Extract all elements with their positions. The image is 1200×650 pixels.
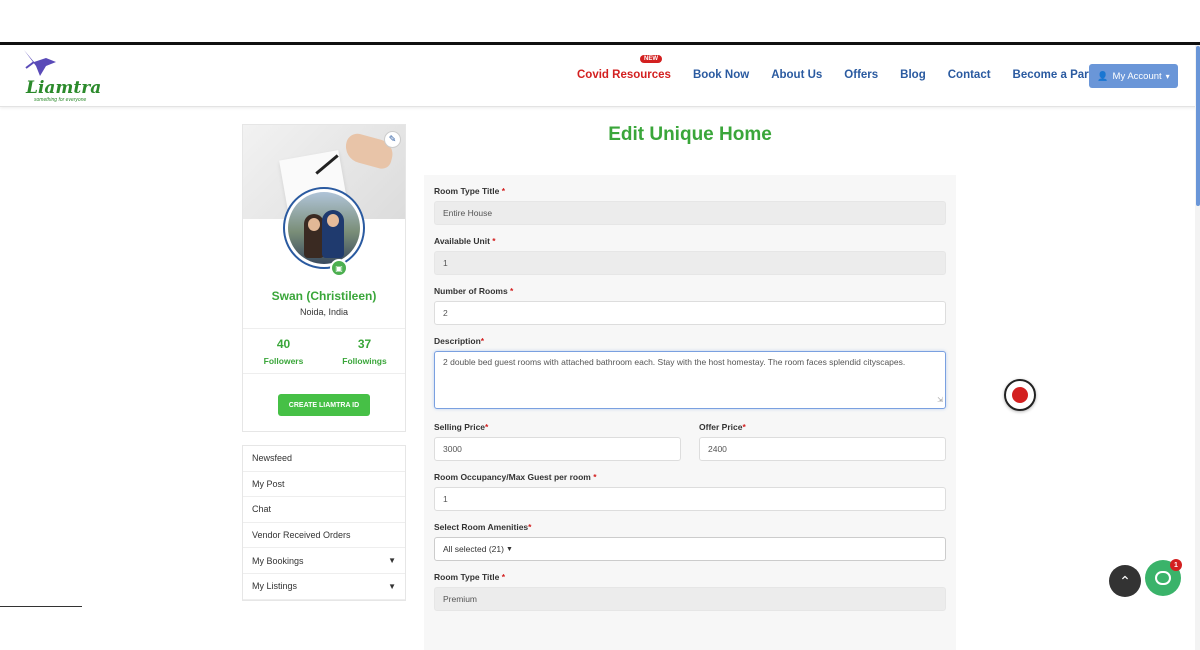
- resize-handle-icon[interactable]: ⇲: [937, 394, 943, 407]
- followings-count: 37: [357, 337, 372, 351]
- chat-notification-badge: 1: [1170, 559, 1182, 571]
- sidebar-item-my-post[interactable]: My Post: [243, 472, 405, 498]
- sidebar-item-vendor-orders[interactable]: Vendor Received Orders: [243, 523, 405, 549]
- profile-location: Noida, India: [299, 307, 349, 317]
- logo-text: Liamtra: [26, 78, 102, 98]
- my-account-button[interactable]: 👤 My Account ▾: [1089, 64, 1178, 88]
- nav-offers[interactable]: Offers: [844, 69, 878, 81]
- followings-stat[interactable]: 37 Followings: [324, 329, 405, 373]
- room-type-title-field[interactable]: Entire House: [434, 201, 946, 225]
- nav-contact[interactable]: Contact: [948, 69, 991, 81]
- followers-label: Followers: [263, 356, 304, 366]
- offer-price-field[interactable]: 2400: [699, 437, 946, 461]
- profile-name: Swan (Christileen): [271, 289, 377, 303]
- sidebar-item-label: Newsfeed: [252, 453, 293, 464]
- available-unit-field[interactable]: 1: [434, 251, 946, 275]
- my-account-label: My Account: [1112, 70, 1162, 82]
- followings-label: Followings: [342, 356, 387, 366]
- profile-stats: 40 Followers 37 Followings: [243, 328, 405, 374]
- hummingbird-icon: [24, 50, 56, 76]
- chevron-down-icon: ▾: [1165, 71, 1170, 81]
- divider: [0, 606, 82, 607]
- sidebar-item-label: My Post: [252, 478, 285, 489]
- sidebar-menu: Newsfeed My Post Chat Vendor Received Or…: [242, 445, 406, 601]
- sidebar-item-newsfeed[interactable]: Newsfeed: [243, 446, 405, 472]
- offer-price-label: Offer Price*: [699, 422, 746, 432]
- chevron-down-icon: ▼: [388, 556, 396, 566]
- avatar: [283, 187, 365, 269]
- room-type-title2-label: Room Type Title *: [434, 572, 506, 582]
- page-title: Edit Unique Home: [608, 124, 772, 145]
- chat-icon: [1155, 571, 1171, 585]
- description-textarea[interactable]: 2 double bed guest rooms with attached b…: [434, 351, 946, 409]
- room-type-title-label: Room Type Title *: [434, 186, 506, 196]
- sidebar-item-my-bookings[interactable]: My Bookings ▼: [243, 548, 405, 574]
- nav-covid-resources[interactable]: Covid Resources: [577, 69, 671, 81]
- sidebar-item-chat[interactable]: Chat: [243, 497, 405, 523]
- navbar: Liamtra something for everyone Covid Res…: [0, 45, 1200, 107]
- amenities-select[interactable]: All selected (21) ▼: [434, 537, 946, 561]
- edit-cover-icon[interactable]: ✎: [384, 131, 401, 148]
- scrollbar-thumb[interactable]: [1196, 46, 1200, 206]
- number-of-rooms-field[interactable]: 2: [434, 301, 946, 325]
- caret-down-icon: ▼: [505, 545, 513, 553]
- camera-icon[interactable]: ▣: [330, 259, 348, 277]
- followers-count: 40: [276, 337, 291, 351]
- description-label: Description*: [434, 336, 485, 346]
- create-liamtra-id-button[interactable]: CREATE LIAMTRA ID: [278, 394, 370, 416]
- followers-stat[interactable]: 40 Followers: [243, 329, 324, 373]
- logo[interactable]: Liamtra something for everyone: [20, 48, 101, 104]
- room-type-title2-field[interactable]: Premium: [434, 587, 946, 611]
- available-unit-label: Available Unit *: [434, 236, 496, 246]
- sidebar-item-label: My Bookings: [252, 555, 304, 566]
- chevron-down-icon: ▼: [388, 581, 396, 591]
- new-badge: NEW: [640, 55, 662, 63]
- scroll-to-top-button[interactable]: ⌃: [1109, 565, 1141, 597]
- user-icon: 👤: [1097, 70, 1109, 81]
- selling-price-field[interactable]: 3000: [434, 437, 681, 461]
- nav-book-now[interactable]: Book Now: [693, 69, 749, 81]
- nav-blog[interactable]: Blog: [900, 69, 926, 81]
- profile-card: ✎ ▣ Swan (Christileen) Noida, India 40 F…: [242, 124, 406, 432]
- amenities-label: Select Room Amenities*: [434, 522, 532, 532]
- number-of-rooms-label: Number of Rooms *: [434, 286, 514, 296]
- floating-widget-icon[interactable]: [1004, 379, 1036, 411]
- sidebar-item-label: My Listings: [252, 581, 298, 592]
- occupancy-field[interactable]: 1: [434, 487, 946, 511]
- main-nav: Covid Resources NEW Book Now About Us Of…: [577, 55, 1132, 81]
- selling-price-label: Selling Price*: [434, 422, 489, 432]
- sidebar-item-label: Vendor Received Orders: [252, 530, 351, 541]
- nav-about-us[interactable]: About Us: [771, 69, 822, 81]
- sidebar-item-my-listings[interactable]: My Listings ▼: [243, 574, 405, 600]
- occupancy-label: Room Occupancy/Max Guest per room *: [434, 472, 597, 482]
- sidebar-item-label: Chat: [252, 504, 272, 515]
- logo-tagline: something for everyone: [34, 97, 87, 103]
- chevron-up-icon: ⌃: [1119, 572, 1131, 589]
- edit-form: Room Type Title * Entire House Available…: [424, 175, 956, 650]
